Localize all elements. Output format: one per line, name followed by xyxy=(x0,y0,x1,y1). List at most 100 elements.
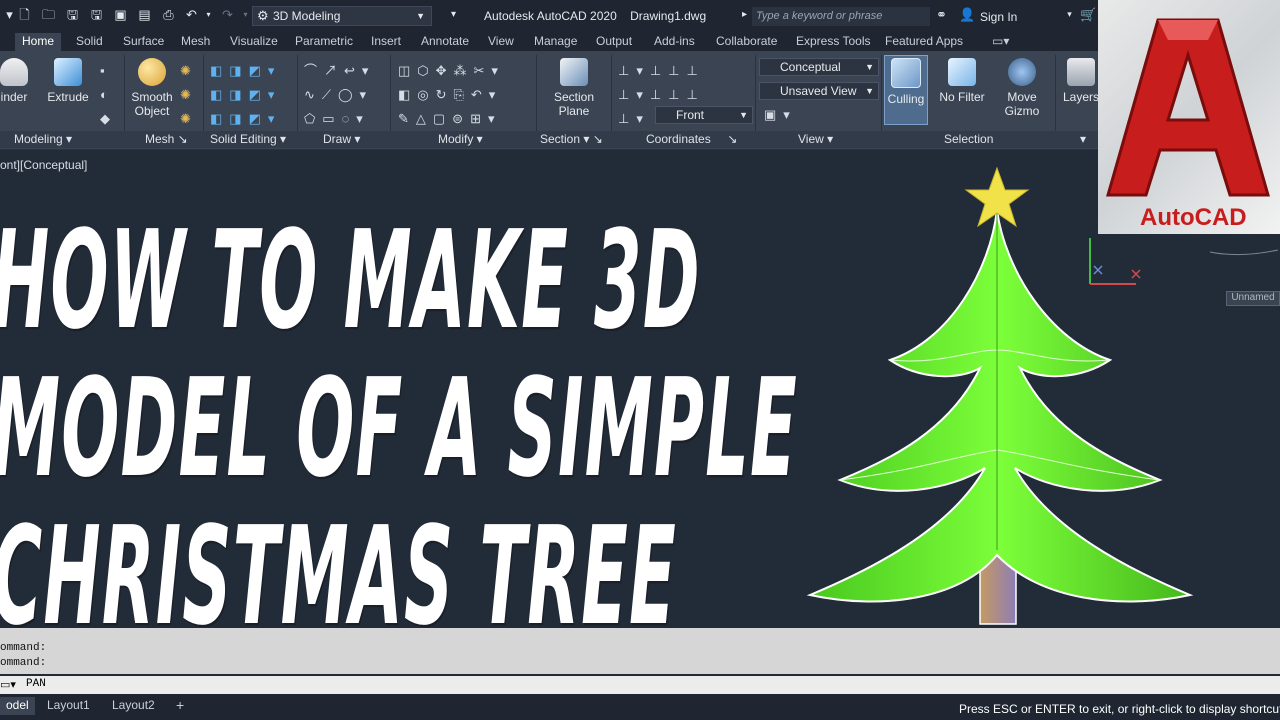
workspace-switcher[interactable]: ⚙ 3D Modeling ▼ xyxy=(252,6,432,26)
tab-surface[interactable]: Surface xyxy=(123,33,164,51)
section-label-1: Section xyxy=(553,90,595,104)
autocad-a-icon xyxy=(1106,18,1270,197)
panel-coordinates[interactable]: Coordinates ↘ xyxy=(646,132,737,146)
saved-view-select[interactable]: Unsaved View ▼ xyxy=(759,82,879,100)
ribbon-options-icon[interactable]: ▭▾ xyxy=(992,33,1009,51)
no-filter-label: No Filter xyxy=(939,90,985,104)
chevron-down-icon: ▼ xyxy=(865,62,874,72)
extrude-button[interactable]: Extrude xyxy=(44,58,92,104)
tab-featured-apps[interactable]: Featured Apps xyxy=(885,33,963,51)
ucs-view-select[interactable]: Front ▼ xyxy=(655,106,753,124)
panel-layers-expand[interactable]: ▾ xyxy=(1080,132,1086,146)
tab-solid[interactable]: Solid xyxy=(76,33,103,51)
tab-output[interactable]: Output xyxy=(596,33,632,51)
command-customize-icon[interactable]: ▭▾ xyxy=(0,678,16,692)
modeling-small-tools[interactable]: ▪ ◐ ◆ xyxy=(100,59,117,131)
move-gizmo-button[interactable]: Move Gizmo xyxy=(998,58,1046,118)
smooth-label-1: Smooth xyxy=(131,90,173,104)
viewports-icon[interactable]: ▣▾ xyxy=(764,107,797,123)
new-file-icon[interactable]: 🗋 xyxy=(17,7,32,22)
headline-line-2: MODEL OF A SIMPLE xyxy=(0,348,798,508)
mesh-small-tools[interactable]: ✺ ✺ ✺ xyxy=(180,59,198,131)
cylinder-icon xyxy=(0,58,28,86)
redo-icon[interactable]: ↷ xyxy=(220,7,235,22)
tab-collaborate[interactable]: Collaborate xyxy=(716,33,777,51)
command-history-line: ommand: xyxy=(0,657,47,669)
headline-line-3: CHRISTMAS TREE xyxy=(0,496,677,656)
layers-button[interactable]: Layers xyxy=(1062,58,1100,104)
search-input[interactable]: Type a keyword or phrase xyxy=(752,7,930,26)
tab-view[interactable]: View xyxy=(488,33,514,51)
layout-tab-layout1[interactable]: Layout1 xyxy=(47,697,90,715)
plot-icon[interactable]: ⎙ xyxy=(161,7,176,22)
layout-tab-model[interactable]: odel xyxy=(0,697,35,715)
user-icon[interactable]: 👤 xyxy=(959,7,975,22)
command-current: PAN xyxy=(26,678,46,690)
app-title: Autodesk AutoCAD 2020 xyxy=(484,9,617,23)
tab-annotate[interactable]: Annotate xyxy=(421,33,469,51)
viewport-controls-label[interactable]: ont][Conceptual] xyxy=(0,158,87,172)
visual-style-select[interactable]: Conceptual ▼ xyxy=(759,58,879,76)
section-plane-button[interactable]: Section Plane xyxy=(550,58,598,118)
tab-parametric[interactable]: Parametric xyxy=(295,33,353,51)
cart-icon[interactable]: 🛒 xyxy=(1080,7,1096,22)
undo-icon[interactable]: ↶ xyxy=(184,7,199,22)
extrude-icon xyxy=(54,58,82,86)
smooth-object-button[interactable]: Smooth Object xyxy=(129,58,175,118)
tab-add-ins[interactable]: Add-ins xyxy=(654,33,695,51)
tab-mesh[interactable]: Mesh xyxy=(181,33,210,51)
customize-qat-icon[interactable]: ▾ xyxy=(446,7,461,22)
chevron-down-icon: ▼ xyxy=(865,86,874,96)
tab-manage[interactable]: Manage xyxy=(534,33,577,51)
section-plane-icon xyxy=(560,58,588,86)
solid-editing-tools[interactable]: ◧◨◩▾ ◧◨◩▾ ◧◨◩▾ xyxy=(210,59,281,131)
open-folder-icon[interactable]: 🗀 xyxy=(41,7,56,22)
app-menu-icon[interactable]: ▾ xyxy=(2,7,17,22)
headline-line-1: HOW TO MAKE 3D xyxy=(0,200,701,360)
panel-selection[interactable]: Selection xyxy=(944,132,993,146)
chevron-right-icon[interactable]: ▸ xyxy=(737,7,752,22)
unnamed-ucs-badge[interactable]: Unnamed xyxy=(1226,291,1280,306)
panel-view[interactable]: View ▾ xyxy=(798,132,833,146)
chevron-down-icon: ▼ xyxy=(416,11,425,21)
open-web-icon[interactable]: ▤ xyxy=(137,7,152,22)
tab-express-tools[interactable]: Express Tools xyxy=(796,33,870,51)
sign-in-dropdown-icon[interactable]: ▾ xyxy=(1062,7,1077,22)
add-layout-icon[interactable]: + xyxy=(176,697,184,715)
panel-section[interactable]: Section ▾ ↘ xyxy=(540,132,603,146)
layout-tab-layout2[interactable]: Layout2 xyxy=(112,697,155,715)
panel-draw[interactable]: Draw ▾ xyxy=(323,132,360,146)
tab-insert[interactable]: Insert xyxy=(371,33,401,51)
modify-tools[interactable]: ◫⬡✥⁂✂▾ ◧◎↻⎘↶▾ ✎△▢⊜⊞▾ xyxy=(398,59,505,131)
save-icon[interactable]: 🖫 xyxy=(65,7,80,22)
layers-label: Layers xyxy=(1062,90,1100,104)
save-as-icon[interactable]: 🖫 xyxy=(89,7,104,22)
cylinder-button[interactable]: inder xyxy=(0,58,32,104)
panel-modify[interactable]: Modify ▾ xyxy=(438,132,483,146)
panel-mesh[interactable]: Mesh ↘ xyxy=(145,132,188,146)
web-mobile-icon[interactable]: ▣ xyxy=(113,7,128,22)
no-filter-button[interactable]: No Filter xyxy=(936,58,988,104)
move-gizmo-label-1: Move xyxy=(1007,90,1037,104)
draw-tools[interactable]: ⌒↗↩▾ ∿⟋◯▾ ⬠▭◌▾ xyxy=(304,59,375,131)
viewcube-edge[interactable] xyxy=(1200,240,1280,260)
panel-solid-editing[interactable]: Solid Editing ▾ xyxy=(210,132,286,146)
autocad-logo: AutoCAD xyxy=(1098,0,1280,234)
extrude-label: Extrude xyxy=(47,90,89,104)
move-gizmo-label-2: Gizmo xyxy=(1004,104,1040,118)
undo-dropdown-icon[interactable]: ▾ xyxy=(201,7,216,22)
tab-home[interactable]: Home xyxy=(15,33,62,51)
panel-modeling[interactable]: Modeling ▾ xyxy=(14,132,72,146)
binoculars-icon[interactable]: ⚭ xyxy=(934,7,949,22)
sign-in-link[interactable]: Sign In xyxy=(980,10,1017,24)
window-title: Autodesk AutoCAD 2020 Drawing1.dwg xyxy=(484,9,706,23)
tab-visualize[interactable]: Visualize xyxy=(230,33,278,51)
smooth-label-2: Object xyxy=(134,104,170,118)
command-line[interactable]: ▭▾ PAN xyxy=(0,676,1280,694)
filter-cube-icon xyxy=(948,58,976,86)
ribbon-panel: inder Extrude ▪ ◐ ◆ Smooth Object ✺ ✺ ✺ ◧◨◩▾… xyxy=(0,51,1100,150)
title-bar: ▾ 🗋 🗀 🖫 🖫 ▣ ▤ ⎙ ↶ ▾ ↷ ▾ ⚙ 3D Modeling ▼ … xyxy=(0,0,1098,33)
visual-style-value: Conceptual xyxy=(780,60,841,74)
drawing-name: Drawing1.dwg xyxy=(630,9,707,23)
redo-dropdown-icon[interactable]: ▾ xyxy=(238,7,253,22)
